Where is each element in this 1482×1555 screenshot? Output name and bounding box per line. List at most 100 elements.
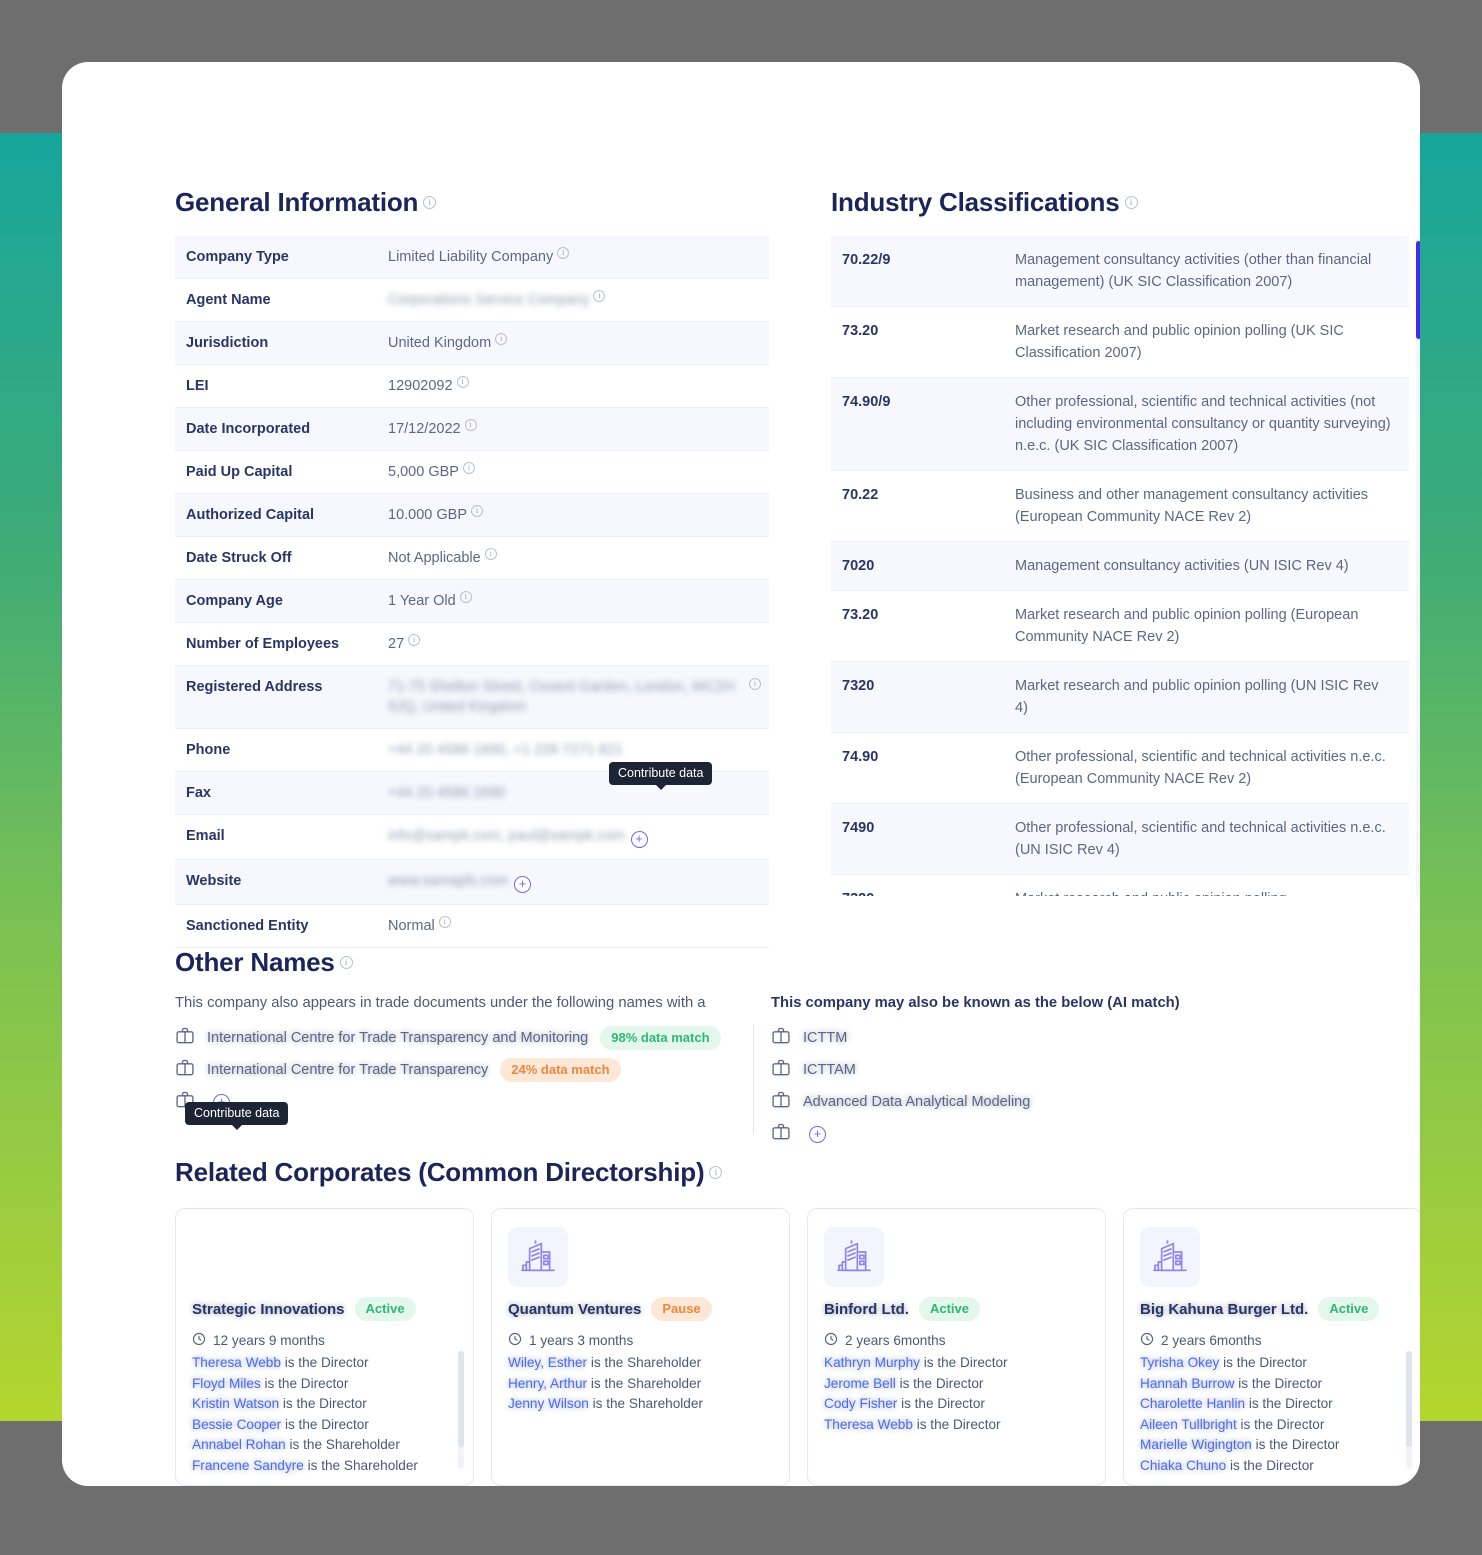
general-info-row: Email info@sampk.com, paul@sampk.com + [175, 815, 769, 860]
classification-description: Other professional, scientific and techn… [1015, 394, 1391, 454]
contribute-data-tooltip: Contribute data [609, 762, 713, 790]
related-person-row: Bessie Cooper is the Director [192, 1415, 457, 1436]
industry-classifications-scroll-area[interactable]: 70.22/9 Management consultancy activities… [831, 236, 1420, 896]
related-person-row: Tyrisha Okey is the Director [1140, 1353, 1405, 1374]
column-divider [753, 1024, 754, 1134]
related-corporates-section: Related Corporates (Common Directorship)… [175, 1157, 1420, 1486]
info-icon[interactable]: i [423, 195, 437, 209]
contribute-data-button[interactable]: + [630, 831, 648, 848]
general-info-row: LEI 12902092 i [175, 365, 769, 408]
other-names-right-list: ICTTM ICTTAM Advanced Data Analytical Mode… [771, 1022, 1371, 1118]
section-title: Other Names [175, 947, 335, 977]
related-corporate-card[interactable]: Binford Ltd. Active 2 years 6months Kathryn… [807, 1208, 1106, 1486]
person-role: is the Director [284, 1416, 369, 1432]
related-person-row: Kathryn Murphy is the Director [824, 1353, 1089, 1374]
related-corporate-card[interactable]: Quantum Ventures Pause 1 years 3 months Wil… [491, 1208, 790, 1486]
scrollbar-thumb[interactable] [1416, 241, 1420, 339]
info-icon[interactable]: i [464, 419, 477, 432]
info-icon[interactable]: i [471, 505, 483, 518]
classification-code: 70.22/9 [842, 252, 891, 268]
clock-icon [824, 1332, 838, 1349]
card-scrollbar-thumb[interactable] [1406, 1351, 1412, 1447]
person-role: is the Director [264, 1375, 349, 1391]
info-icon[interactable]: i [456, 376, 469, 389]
general-info-label: Date Struck Off [186, 550, 292, 566]
related-person-row: Kristin Watson is the Director [192, 1394, 457, 1415]
general-info-label: Agent Name [186, 292, 271, 308]
value-text: 12902092 [388, 378, 453, 394]
classification-description: Management consultancy activities (UN IS… [1015, 558, 1349, 574]
person-name: Bessie Cooper [192, 1416, 282, 1432]
info-icon[interactable]: i [438, 916, 451, 929]
info-icon[interactable]: i [1124, 195, 1138, 209]
status-badge: Active [354, 1297, 416, 1321]
scrollbar-track[interactable] [1416, 236, 1420, 896]
info-icon[interactable]: i [459, 591, 472, 604]
section-title: Industry Classifications [831, 187, 1120, 217]
page-card: General Information i Company Type Limited… [62, 62, 1420, 1486]
other-names-left-list: International Centre for Trade Transpare… [175, 1022, 753, 1086]
person-name: Chiaka Chuno [1140, 1457, 1227, 1473]
person-role: is the Shareholder [590, 1355, 702, 1370]
industry-classifications-section: Industry Classifications i 70.22/9 Managem… [831, 187, 1420, 896]
ai-name-item: Advanced Data Analytical Modeling [771, 1086, 1371, 1118]
person-role: is the Director [1248, 1396, 1333, 1411]
classification-description: Market research and public opinion polli… [1015, 323, 1344, 361]
age-text: 12 years 9 months [213, 1333, 325, 1348]
person-role: is the Shareholder [592, 1396, 703, 1411]
other-name-label: International Centre for Trade Transpare… [207, 1062, 489, 1078]
info-icon[interactable]: i [484, 548, 497, 561]
briefcase-icon [771, 1090, 793, 1115]
classification-code: 74.90/9 [842, 394, 891, 410]
general-info-value: 27 i [388, 623, 769, 665]
general-info-row: Registered Address 71-75 Shelton Street, … [175, 666, 769, 729]
info-icon[interactable]: i [339, 955, 353, 969]
related-person-row: Jerome Bell is the Director [824, 1374, 1089, 1395]
age-text: 1 years 3 months [529, 1333, 634, 1348]
other-names-ai-add-row[interactable]: + [771, 1118, 1371, 1150]
value-text: 1 Year Old [388, 593, 456, 609]
related-person-row: Francene Sandyre is the Shareholder [192, 1456, 457, 1477]
contribute-data-button[interactable]: + [514, 876, 532, 893]
other-names-ai-column: This company may also be known as the be… [771, 992, 1371, 1150]
other-names-trade-column: This company also appears in trade docum… [175, 992, 753, 1150]
general-info-value: United Kingdom i [388, 322, 769, 364]
classification-code: 7320 [842, 678, 875, 694]
contribute-data-tooltip: Contribute data [185, 1102, 289, 1130]
industry-classification-row: 74.90 Other professional, scientific and … [831, 733, 1409, 804]
person-name: Cody Fisher [824, 1396, 898, 1411]
general-info-label: Company Age [186, 593, 283, 609]
person-name: Annabel Rohan [192, 1437, 286, 1452]
general-info-row: Date Incorporated 17/12/2022 i [175, 408, 769, 451]
info-icon[interactable]: i [749, 678, 761, 690]
card-scrollbar-thumb[interactable] [458, 1351, 464, 1447]
value-text: +44 20 4586 1690, +1 228 7271 821 [388, 742, 623, 758]
value-text: 17/12/2022 [388, 421, 461, 437]
person-name: Marielle Wigington [1140, 1437, 1252, 1452]
person-role: is the Shareholder [289, 1437, 400, 1452]
add-ai-name-button[interactable]: + [809, 1125, 826, 1143]
briefcase-icon [771, 1122, 793, 1147]
other-names-right-lead: This company may also be known as the be… [771, 995, 1180, 1011]
related-person-row: Theresa Webb is the Director [824, 1415, 1089, 1436]
related-corporate-card[interactable]: Strategic Innovations Active 12 years 9 mo… [175, 1208, 474, 1486]
person-role: is the Director [1238, 1375, 1323, 1391]
person-name: Jenny Wilson [508, 1396, 589, 1411]
industry-classification-row: 7320 Market research and public opinion p… [831, 662, 1409, 733]
person-name: Floyd Miles [192, 1375, 261, 1391]
info-icon[interactable]: i [408, 634, 421, 647]
general-info-row: Agent Name Corporations Service Company i [175, 279, 769, 322]
briefcase-icon [771, 1026, 793, 1051]
classification-code: 73.20 [842, 607, 879, 623]
person-name: Theresa Webb [824, 1416, 913, 1432]
briefcase-icon [175, 1058, 197, 1083]
general-info-label: Paid Up Capital [186, 464, 293, 480]
info-icon[interactable]: i [495, 333, 508, 346]
related-corporate-card[interactable]: Big Kahuna Burger Ltd. Active 2 years 6mon… [1123, 1208, 1420, 1486]
building-icon [1140, 1227, 1200, 1287]
info-icon[interactable]: i [709, 1165, 723, 1179]
info-icon[interactable]: i [462, 462, 475, 475]
info-icon[interactable]: i [557, 247, 570, 260]
info-icon[interactable]: i [593, 290, 606, 303]
general-info-row: Sanctioned Entity Normal i [175, 905, 769, 948]
